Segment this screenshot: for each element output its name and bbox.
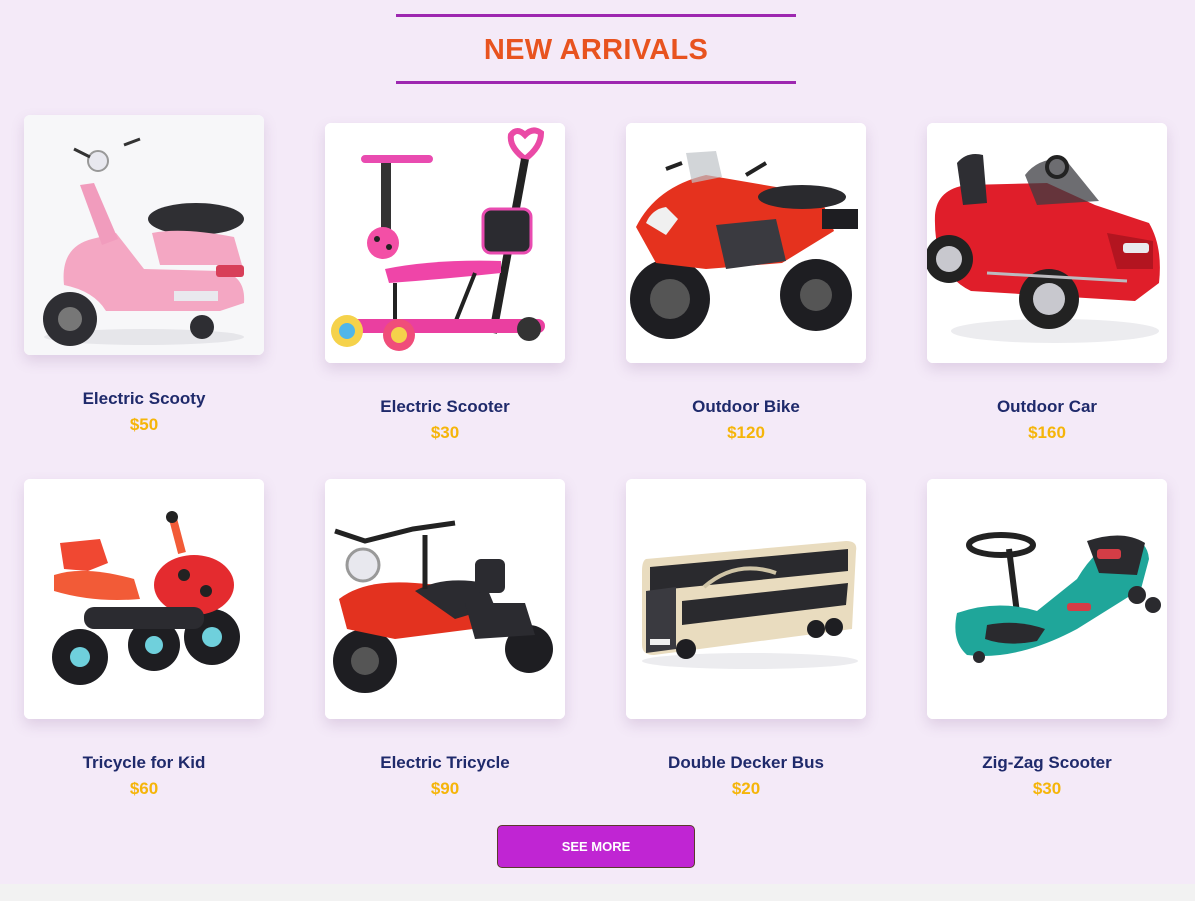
product-name[interactable]: Outdoor Car bbox=[927, 397, 1167, 417]
heading-rule-top bbox=[396, 14, 796, 17]
red-trike-motorbike-image bbox=[325, 479, 565, 719]
product-image-card[interactable] bbox=[626, 479, 866, 719]
new-arrivals-section: NEW ARRIVALS Electric Scooty $50 Electri… bbox=[0, 0, 1195, 884]
product-name[interactable]: Double Decker Bus bbox=[626, 753, 866, 773]
see-more-button[interactable]: SEE MORE bbox=[497, 825, 695, 868]
double-decker-bus-image bbox=[626, 479, 866, 719]
product-image-card[interactable] bbox=[927, 479, 1167, 719]
product-image-card[interactable] bbox=[24, 479, 264, 719]
pink-scooty-image bbox=[24, 115, 264, 355]
product-price: $120 bbox=[727, 423, 765, 442]
red-motorbike-image bbox=[626, 123, 866, 363]
ladybug-tricycle-image bbox=[24, 479, 264, 719]
product-price: $30 bbox=[1032, 779, 1062, 798]
section-heading: NEW ARRIVALS bbox=[396, 14, 796, 86]
product-image-card[interactable] bbox=[626, 123, 866, 363]
product-image-card[interactable] bbox=[927, 123, 1167, 363]
product-image-card[interactable] bbox=[325, 479, 565, 719]
product-name[interactable]: Electric Scooter bbox=[325, 397, 565, 417]
product-name[interactable]: Zig-Zag Scooter bbox=[927, 753, 1167, 773]
product-name[interactable]: Electric Tricycle bbox=[325, 753, 565, 773]
red-ride-on-car-image bbox=[927, 123, 1167, 363]
product-name[interactable]: Electric Scooty bbox=[24, 389, 264, 409]
heading-title: NEW ARRIVALS bbox=[483, 34, 709, 66]
product-name[interactable]: Tricycle for Kid bbox=[24, 753, 264, 773]
product-image-card[interactable] bbox=[325, 123, 565, 363]
pink-kick-scooter-image bbox=[325, 123, 565, 363]
product-price: $60 bbox=[129, 779, 159, 798]
product-price: $160 bbox=[1028, 423, 1066, 442]
heading-rule-bottom bbox=[396, 81, 796, 84]
product-price: $50 bbox=[129, 415, 159, 434]
product-price: $30 bbox=[430, 423, 460, 442]
product-image-card[interactable] bbox=[24, 115, 264, 355]
product-price: $90 bbox=[430, 779, 460, 798]
teal-swing-car-image bbox=[927, 479, 1167, 719]
product-price: $20 bbox=[731, 779, 761, 798]
product-name[interactable]: Outdoor Bike bbox=[626, 397, 866, 417]
